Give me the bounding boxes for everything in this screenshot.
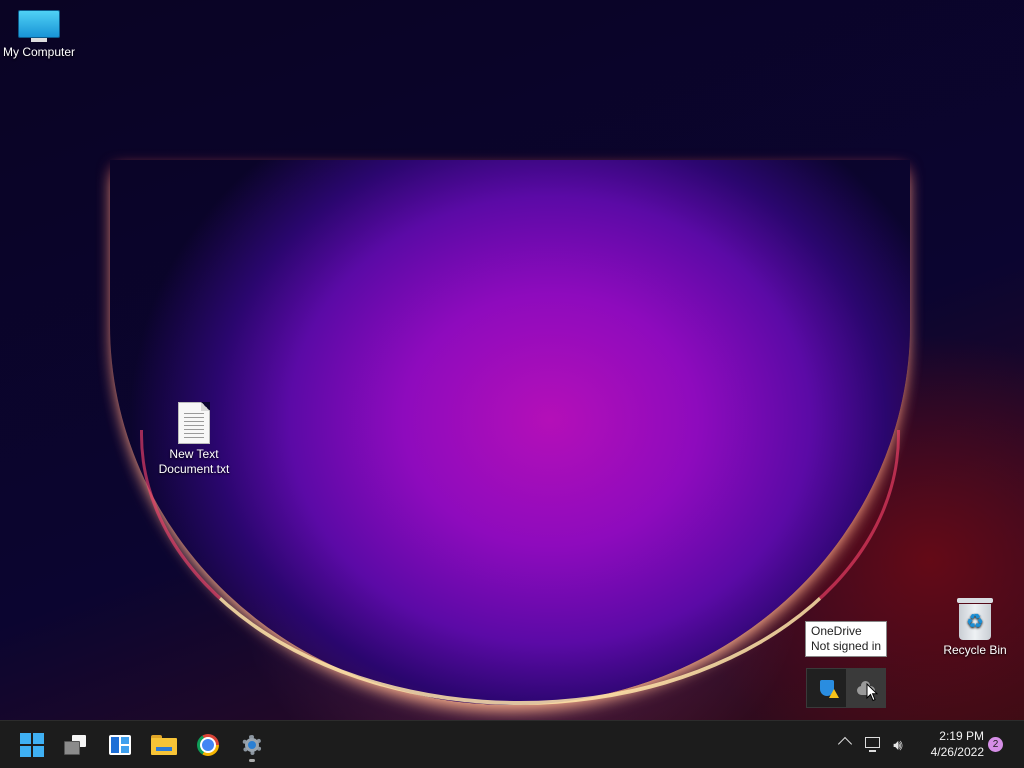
desktop-icon-label: My Computer bbox=[2, 45, 76, 59]
network-icon bbox=[865, 737, 880, 752]
desktop-icon-my-computer[interactable]: My Computer bbox=[0, 10, 81, 60]
task-view-button[interactable] bbox=[58, 727, 94, 763]
settings-button[interactable] bbox=[234, 727, 270, 763]
chrome-icon bbox=[197, 734, 219, 756]
desktop-icon-recycle-bin[interactable]: ♻ Recycle Bin bbox=[933, 598, 1017, 658]
start-windows-icon bbox=[20, 733, 44, 757]
desktop-icon-label: Recycle Bin bbox=[943, 643, 1007, 657]
text-file-icon bbox=[178, 402, 210, 444]
running-indicator bbox=[249, 759, 255, 762]
desktop-icon-new-text-document[interactable]: New Text Document.txt bbox=[152, 402, 236, 477]
mouse-cursor-icon bbox=[866, 682, 879, 702]
chrome-button[interactable] bbox=[190, 727, 226, 763]
task-view-icon bbox=[64, 735, 88, 755]
desktop-icon-label: New Text Document.txt bbox=[158, 447, 230, 476]
volume-icon[interactable]: 🔊︎ bbox=[886, 733, 910, 757]
settings-gear-icon bbox=[240, 733, 264, 757]
file-explorer-folder-icon bbox=[151, 735, 177, 755]
notification-count-badge[interactable]: 2 bbox=[988, 737, 1003, 752]
widgets-button[interactable] bbox=[102, 727, 138, 763]
clock-date: 4/26/2022 bbox=[930, 745, 984, 759]
tooltip-title: OneDrive bbox=[811, 624, 862, 638]
tooltip-status: Not signed in bbox=[811, 639, 882, 653]
wallpaper-orb-rim bbox=[140, 430, 900, 705]
clock[interactable]: 2:19 PM 4/26/2022 bbox=[912, 728, 984, 760]
tray-item-windows-security[interactable] bbox=[807, 669, 846, 707]
onedrive-tooltip: OneDrive Not signed in bbox=[805, 621, 888, 657]
widgets-icon bbox=[109, 735, 131, 755]
clock-time: 2:19 PM bbox=[939, 729, 984, 743]
show-hidden-icons-chevron-icon[interactable] bbox=[837, 736, 853, 752]
warning-icon bbox=[829, 689, 839, 698]
recycle-bin-icon: ♻ bbox=[957, 598, 993, 640]
taskbar: 🔊︎ 2:19 PM 4/26/2022 2 bbox=[0, 720, 1024, 768]
start-button[interactable] bbox=[14, 727, 50, 763]
monitor-icon bbox=[18, 10, 60, 42]
file-explorer-button[interactable] bbox=[146, 727, 182, 763]
